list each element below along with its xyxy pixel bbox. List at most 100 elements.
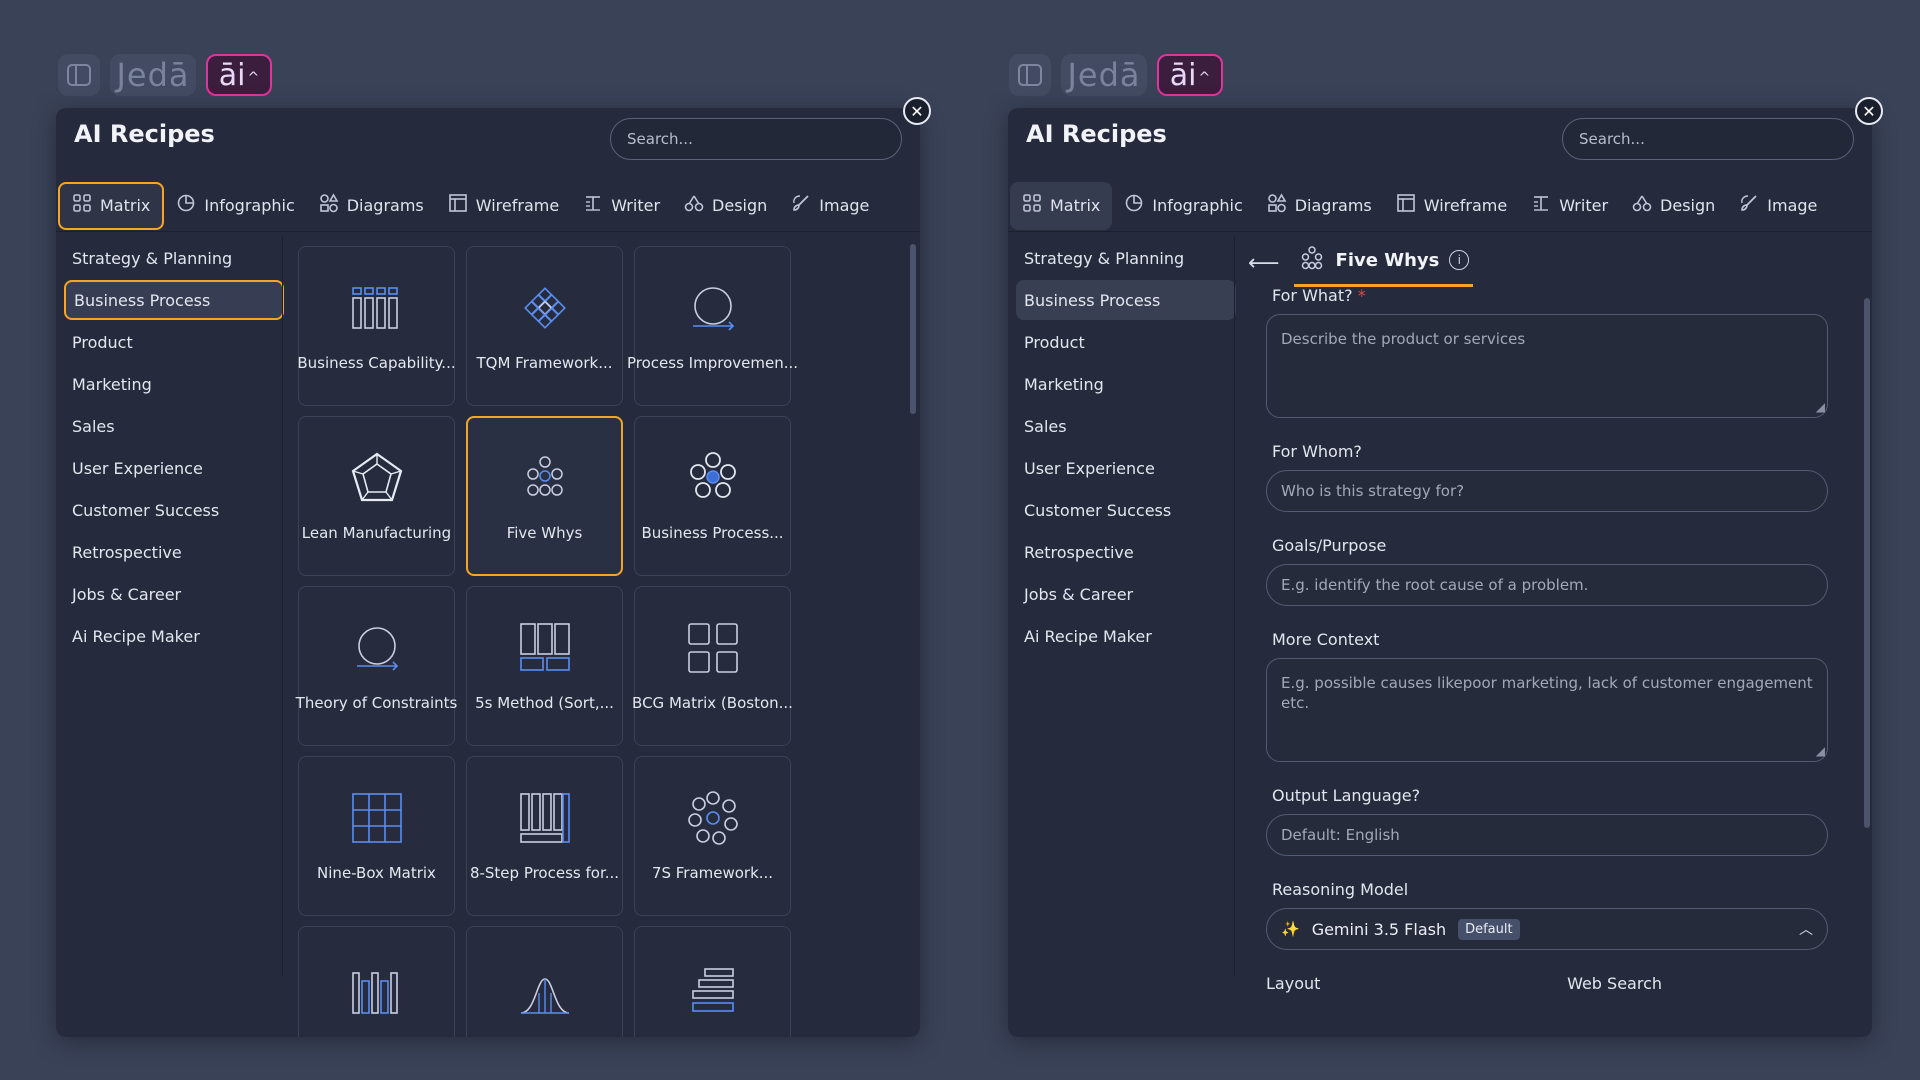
more-context-field[interactable]: E.g. possible causes likepoor marketing,…	[1266, 658, 1828, 762]
shapes-icon	[319, 193, 339, 218]
tab-label: Writer	[1559, 196, 1609, 215]
tab-image[interactable]: Image	[1727, 182, 1829, 230]
recipe-card[interactable]: 7S Framework...	[634, 756, 791, 916]
sidebar-item-jobs-career[interactable]: Jobs & Career	[1016, 574, 1236, 614]
design-icon	[1632, 193, 1652, 218]
info-icon[interactable]: i	[1449, 250, 1470, 270]
tab-diagrams[interactable]: Diagrams	[1255, 182, 1384, 230]
recipe-card[interactable]: BCG Matrix (Boston...	[632, 586, 793, 746]
output-language-placeholder: Default: English	[1281, 826, 1400, 844]
diamond-grid-icon	[517, 280, 573, 340]
recipe-label: 8-Step Process for...	[469, 864, 620, 882]
tab-writer[interactable]: Writer	[1519, 182, 1620, 230]
tab-matrix[interactable]: Matrix	[58, 181, 165, 230]
close-button[interactable]: ✕	[1855, 97, 1883, 125]
ai-label: āi	[218, 57, 246, 93]
sidebar-toggle-button[interactable]	[1009, 54, 1051, 96]
tab-diagrams[interactable]: Diagrams	[307, 182, 436, 230]
recipe-card[interactable]: Business Capability...	[297, 246, 456, 406]
tab-infographic[interactable]: Infographic	[1112, 182, 1254, 230]
recipe-card[interactable]	[634, 926, 791, 1037]
recipe-card[interactable]: TQM Framework...	[466, 246, 623, 406]
sidebar-item-jobs-career[interactable]: Jobs & Career	[64, 574, 284, 614]
tab-wireframe[interactable]: Wireframe	[436, 182, 571, 230]
circles-icon	[1298, 244, 1326, 276]
recipe-label: TQM Framework...	[476, 354, 613, 372]
recipe-card[interactable]	[298, 926, 455, 1037]
tab-design[interactable]: Design	[672, 182, 779, 230]
tab-label: Infographic	[204, 196, 295, 215]
sidebar-item-ai-recipe-maker[interactable]: Ai Recipe Maker	[1016, 616, 1236, 656]
goals-placeholder: E.g. identify the root cause of a proble…	[1281, 576, 1589, 594]
tab-design[interactable]: Design	[1620, 182, 1727, 230]
tab-matrix[interactable]: Matrix	[1010, 181, 1113, 230]
recipe-grid-scrollbar[interactable]	[910, 244, 916, 414]
resize-grip-icon[interactable]: ◢	[1816, 741, 1825, 761]
search-input[interactable]	[1562, 118, 1854, 160]
pentagon-icon	[349, 450, 405, 510]
tab-wireframe[interactable]: Wireframe	[1384, 182, 1519, 230]
recipe-card[interactable]	[466, 926, 623, 1037]
sidebar-item-marketing[interactable]: Marketing	[64, 364, 284, 404]
recipe-card[interactable]: Theory of Constraints	[296, 586, 457, 746]
recipe-card[interactable]: Lean Manufacturing	[298, 416, 455, 576]
recipe-card[interactable]: Process Improvemen...	[627, 246, 798, 406]
sidebar-item-marketing[interactable]: Marketing	[1016, 364, 1236, 404]
sidebar-item-customer-success[interactable]: Customer Success	[64, 490, 284, 530]
sidebar-item-strategy-planning[interactable]: Strategy & Planning	[1016, 238, 1236, 278]
sidebar-item-ai-recipe-maker[interactable]: Ai Recipe Maker	[64, 616, 284, 656]
tab-infographic[interactable]: Infographic	[164, 182, 306, 230]
sidebar-item-retrospective[interactable]: Retrospective	[1016, 532, 1236, 572]
chevron-up-icon: ︿	[1799, 922, 1813, 938]
close-button[interactable]: ✕	[903, 97, 931, 125]
recipe-title: Five Whys	[1335, 249, 1440, 271]
pie-chart-icon	[1124, 193, 1144, 218]
reasoning-model-select[interactable]: ✨ Gemini 3.5 Flash Default ︿	[1266, 908, 1828, 950]
for-whom-field[interactable]: Who is this strategy for?	[1266, 470, 1828, 512]
left-topbar: Jedā āi ^	[58, 54, 272, 96]
flower-icon	[685, 450, 741, 510]
required-mark: *	[1357, 286, 1366, 305]
sidebar-item-user-experience[interactable]: User Experience	[64, 448, 284, 488]
recipe-card-selected[interactable]: Five Whys	[466, 416, 623, 576]
resize-grip-icon[interactable]: ◢	[1816, 397, 1825, 417]
sidebar-item-retrospective[interactable]: Retrospective	[64, 532, 284, 572]
goals-field[interactable]: E.g. identify the root cause of a proble…	[1266, 564, 1828, 606]
recipe-card[interactable]: 5s Method (Sort,...	[466, 586, 623, 746]
text-icon	[583, 193, 603, 218]
tab-writer[interactable]: Writer	[571, 182, 672, 230]
recipe-card[interactable]: Business Process...	[634, 416, 791, 576]
chevron-up-icon: ^	[1198, 70, 1211, 86]
for-what-label: For What? *	[1272, 286, 1828, 308]
ai-menu-button[interactable]: āi ^	[206, 54, 272, 96]
form-scrollbar[interactable]	[1864, 298, 1870, 828]
jeda-logo[interactable]: Jedā	[110, 54, 196, 96]
tab-image[interactable]: Image	[779, 182, 881, 230]
recipe-card[interactable]: Nine-Box Matrix	[298, 756, 455, 916]
sidebar-item-sales[interactable]: Sales	[1016, 406, 1236, 446]
circles-icon	[517, 450, 573, 510]
back-arrow-icon[interactable]: ⟵	[1248, 251, 1280, 276]
more-options-row: Layout Web Search	[1266, 974, 1662, 993]
recipe-card[interactable]: 8-Step Process for...	[466, 756, 623, 916]
sidebar-toggle-button[interactable]	[58, 54, 100, 96]
sidebar-item-sales[interactable]: Sales	[64, 406, 284, 446]
sidebar-item-user-experience[interactable]: User Experience	[1016, 448, 1236, 488]
jeda-logo[interactable]: Jedā	[1061, 54, 1147, 96]
sidebar-item-product[interactable]: Product	[64, 322, 284, 362]
jeda-brand-text: Jedā	[1067, 56, 1141, 94]
output-language-field[interactable]: Default: English	[1266, 814, 1828, 856]
sidebar-item-business-process[interactable]: Business Process	[1016, 280, 1236, 320]
output-language-label: Output Language?	[1272, 786, 1421, 805]
tab-label: Diagrams	[1294, 196, 1372, 215]
sidebar-item-product[interactable]: Product	[1016, 322, 1236, 362]
recipe-label: Nine-Box Matrix	[317, 864, 436, 882]
sidebar-item-business-process[interactable]: Business Process	[64, 280, 284, 320]
for-what-field[interactable]: Describe the product or services ◢	[1266, 314, 1828, 418]
sidebar-divider	[1234, 236, 1235, 977]
search-input[interactable]	[610, 118, 902, 160]
recipe-label: Five Whys	[506, 524, 583, 542]
sidebar-item-customer-success[interactable]: Customer Success	[1016, 490, 1236, 530]
ai-menu-button[interactable]: āi ^	[1157, 54, 1223, 96]
sidebar-item-strategy-planning[interactable]: Strategy & Planning	[64, 238, 284, 278]
